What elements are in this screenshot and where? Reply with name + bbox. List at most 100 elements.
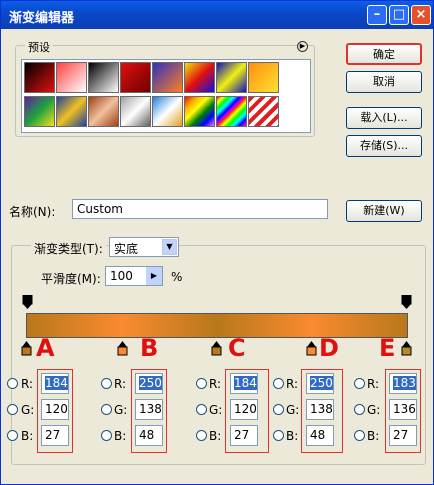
radio-b[interactable] [354, 430, 365, 441]
radio-g[interactable] [273, 404, 284, 415]
minimize-icon[interactable]: – [367, 5, 387, 25]
r-value: 184 [45, 376, 68, 390]
color-stop-a[interactable] [21, 341, 32, 356]
preset-swatch[interactable] [184, 96, 215, 127]
r-value-field-e[interactable]: 183 [389, 373, 417, 394]
color-stop-d[interactable] [306, 341, 317, 356]
radio-g[interactable] [101, 404, 112, 415]
color-stop-e[interactable] [401, 341, 412, 356]
b-label: B: [21, 429, 34, 443]
r-value-field-c[interactable]: 184 [230, 373, 258, 394]
preset-swatch[interactable] [88, 96, 119, 127]
title-bar: 渐变编辑器 – □ × [1, 1, 433, 29]
smoothness-unit: % [171, 270, 183, 284]
g-value-field-e[interactable]: 136 [389, 399, 417, 420]
preset-swatch[interactable] [24, 62, 55, 93]
presets-grid [21, 59, 311, 133]
g-value-field-d[interactable]: 138 [306, 399, 334, 420]
stop-letter-e: E [379, 334, 396, 362]
color-stop-c[interactable] [211, 341, 222, 356]
chevron-down-icon[interactable]: ▼ [162, 239, 177, 255]
opacity-stop-left[interactable] [22, 294, 33, 310]
stop-letter-c: C [228, 334, 246, 362]
b-value-field-a[interactable]: 27 [41, 425, 69, 446]
name-field[interactable]: Custom [72, 199, 328, 219]
r-value-field-b[interactable]: 250 [135, 373, 163, 394]
r-label: R: [367, 377, 380, 391]
g-label: G: [367, 403, 381, 417]
radio-g[interactable] [354, 404, 365, 415]
g-label: G: [286, 403, 300, 417]
gradient-type-select[interactable]: 实底 ▼ [109, 237, 179, 257]
radio-b[interactable] [101, 430, 112, 441]
radio-r[interactable] [101, 378, 112, 389]
preset-swatch[interactable] [152, 62, 183, 93]
r-value-field-d[interactable]: 250 [306, 373, 334, 394]
r-value: 250 [310, 376, 333, 390]
g-value-field-b[interactable]: 138 [135, 399, 163, 420]
preset-swatch[interactable] [120, 62, 151, 93]
gradient-type-label: 渐变类型(T): [31, 240, 106, 257]
stop-letter-b: B [140, 334, 159, 362]
stop-letter-a: A [36, 334, 55, 362]
b-value-field-e[interactable]: 27 [389, 425, 417, 446]
g-value-field-c[interactable]: 120 [230, 399, 258, 420]
preset-swatch[interactable] [56, 62, 87, 93]
preset-swatch[interactable] [56, 96, 87, 127]
presets-label: 预设 [25, 39, 53, 55]
radio-r[interactable] [196, 378, 207, 389]
preset-swatch[interactable] [152, 96, 183, 127]
radio-b[interactable] [7, 430, 18, 441]
b-value-field-c[interactable]: 27 [230, 425, 258, 446]
r-value-field-a[interactable]: 184 [41, 373, 69, 394]
radio-r[interactable] [354, 378, 365, 389]
ok-button[interactable]: 确定 [346, 43, 422, 65]
close-icon[interactable]: × [411, 5, 431, 25]
r-label: R: [21, 377, 34, 391]
r-label: R: [114, 377, 127, 391]
preset-swatch[interactable] [184, 62, 215, 93]
stop-letter-d: D [319, 334, 339, 362]
maximize-icon[interactable]: □ [389, 5, 409, 25]
preset-swatch[interactable] [216, 96, 247, 127]
radio-g[interactable] [196, 404, 207, 415]
new-button[interactable]: 新建(W) [346, 200, 422, 222]
r-value: 184 [234, 376, 257, 390]
radio-b[interactable] [196, 430, 207, 441]
b-value-field-b[interactable]: 48 [135, 425, 163, 446]
preset-swatch[interactable] [120, 96, 151, 127]
g-value-field-a[interactable]: 120 [41, 399, 69, 420]
g-label: G: [21, 403, 35, 417]
load-button[interactable]: 载入(L)... [346, 107, 422, 129]
cancel-button[interactable]: 取消 [346, 71, 422, 93]
gradient-editor-window: 渐变编辑器 – □ × 预设 ▶ 确定 取消 载入(L)... 存储(S)...… [0, 0, 434, 485]
r-value: 183 [393, 376, 416, 390]
name-label: 名称(N): [9, 205, 56, 219]
presets-menu-icon[interactable]: ▶ [297, 41, 308, 52]
radio-r[interactable] [7, 378, 18, 389]
b-value-field-d[interactable]: 48 [306, 425, 334, 446]
opacity-stop-right[interactable] [401, 294, 412, 310]
window-title: 渐变编辑器 [9, 11, 75, 26]
preset-swatch[interactable] [24, 96, 55, 127]
r-label: R: [286, 377, 299, 391]
gradient-preview-bar[interactable] [26, 313, 408, 338]
preset-swatch[interactable] [248, 62, 279, 93]
b-label: B: [286, 429, 299, 443]
color-stop-b[interactable] [117, 341, 128, 356]
b-label: B: [367, 429, 380, 443]
radio-r[interactable] [273, 378, 284, 389]
radio-g[interactable] [7, 404, 18, 415]
b-label: B: [114, 429, 127, 443]
radio-b[interactable] [273, 430, 284, 441]
smoothness-arrow-icon[interactable]: ▶ [146, 267, 162, 285]
preset-swatch[interactable] [216, 62, 247, 93]
b-label: B: [209, 429, 222, 443]
preset-swatch[interactable] [248, 96, 279, 127]
save-button[interactable]: 存储(S)... [346, 135, 422, 157]
g-label: G: [114, 403, 128, 417]
preset-swatch[interactable] [88, 62, 119, 93]
gradient-type-value: 实底 [114, 242, 139, 256]
r-label: R: [209, 377, 222, 391]
smoothness-label: 平滑度(M): [41, 272, 101, 286]
